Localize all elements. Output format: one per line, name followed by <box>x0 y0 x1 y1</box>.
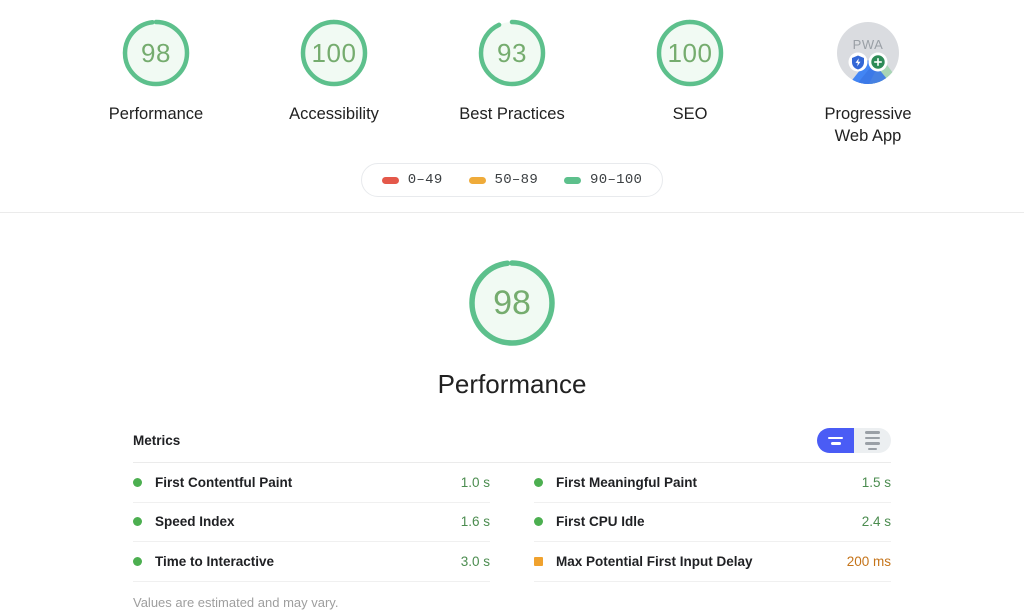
score-gauge-performance[interactable]: 98 Performance <box>93 14 219 125</box>
metric-value: 2.4 s <box>861 514 891 530</box>
metric-name: Max Potential First Input Delay <box>556 553 753 569</box>
visual-view-icon-bar-1 <box>828 436 843 439</box>
pwa-badge-icon: PWA <box>829 14 907 92</box>
pwa-badge-text: PWA <box>853 37 884 52</box>
pwa-badge-optimized-icon <box>868 52 888 72</box>
metrics-list-view-button[interactable] <box>854 428 891 453</box>
metrics-column-right: First Meaningful Paint 1.5 s First CPU I… <box>512 463 891 582</box>
visual-view-icon-bar-2 <box>830 442 841 445</box>
metrics-columns: First Contentful Paint 1.0 s Speed Index… <box>133 463 891 582</box>
metric-value: 1.6 s <box>460 514 490 530</box>
score-gauge-best-practices[interactable]: 93 Best Practices <box>449 14 575 125</box>
score-gauge-seo[interactable]: 100 SEO <box>627 14 753 125</box>
list-view-icon-bar-3 <box>865 442 880 445</box>
metric-row[interactable]: First Meaningful Paint 1.5 s <box>534 463 891 503</box>
gauge-score-best-practices: 93 <box>497 38 527 68</box>
legend-item-pass: 90–100 <box>564 172 642 188</box>
score-legend-wrap: 0–49 50–89 90–100 <box>0 163 1024 197</box>
metric-value: 200 ms <box>846 553 891 569</box>
metric-row[interactable]: First Contentful Paint 1.0 s <box>133 463 490 503</box>
metric-status-marker-icon <box>133 477 142 487</box>
metric-name: First CPU Idle <box>556 514 645 530</box>
metric-name: First Meaningful Paint <box>556 474 698 490</box>
metric-name: First Contentful Paint <box>155 474 293 490</box>
metric-status-marker-icon <box>534 477 543 487</box>
metric-row[interactable]: Max Potential First Input Delay 200 ms <box>534 542 891 582</box>
metric-status-marker-icon <box>133 556 142 566</box>
metrics-column-left: First Contentful Paint 1.0 s Speed Index… <box>133 463 512 582</box>
metrics-heading: Metrics <box>133 433 181 448</box>
legend-label-fail: 0–49 <box>407 172 443 188</box>
list-view-icon-bar-4 <box>868 447 877 450</box>
metric-status-marker-icon <box>534 556 543 566</box>
metric-value: 1.0 s <box>460 474 490 490</box>
metric-value: 3.0 s <box>460 553 490 569</box>
score-gauge-pwa[interactable]: PWA Progressive Web App <box>805 14 931 147</box>
gauge-label-best-practices: Best Practices <box>459 105 565 123</box>
category-score: 98 <box>493 284 531 322</box>
gauge-label-pwa: Progressive Web App <box>824 103 911 147</box>
pwa-label-line2: Web App <box>834 127 902 145</box>
metric-name: Time to Interactive <box>155 553 275 569</box>
gauge-score-performance: 98 <box>141 38 171 68</box>
metric-status-marker-icon <box>534 517 543 527</box>
gauge-label-accessibility: Accessibility <box>289 105 379 123</box>
summary-section: 98 Performance 100 Accessibility 93 Best… <box>0 0 1024 213</box>
gauge-label-performance: Performance <box>108 105 204 123</box>
legend-label-pass: 90–100 <box>590 172 643 188</box>
legend-label-average: 50–89 <box>494 172 539 188</box>
metrics-visual-view-button[interactable] <box>817 428 854 453</box>
metric-row[interactable]: Speed Index 1.6 s <box>133 503 490 542</box>
metric-name: Speed Index <box>155 514 235 530</box>
gauge-score-accessibility: 100 <box>311 38 357 68</box>
gauge-ring-performance: 98 <box>117 14 195 92</box>
metric-status-marker-icon <box>133 517 142 527</box>
metric-row[interactable]: Time to Interactive 3.0 s <box>133 542 490 582</box>
gauge-ring-best-practices: 93 <box>473 14 551 92</box>
performance-category-section: 98 Performance Metrics First Contentful … <box>0 213 1024 610</box>
legend-dash-average-icon <box>468 176 486 184</box>
list-view-icon-bar-2 <box>865 436 880 439</box>
category-title: Performance <box>437 369 587 399</box>
list-view-icon-bar-1 <box>865 431 880 434</box>
pwa-badge-installable-icon <box>848 52 868 72</box>
gauge-score-seo: 100 <box>667 38 713 68</box>
metric-value: 1.5 s <box>861 474 891 490</box>
legend-item-average: 50–89 <box>468 172 539 188</box>
score-gauge-row: 98 Performance 100 Accessibility 93 Best… <box>0 0 1024 147</box>
legend-dash-fail-icon <box>381 176 399 184</box>
gauge-ring-accessibility: 100 <box>295 14 373 92</box>
metrics-header: Metrics <box>133 428 891 463</box>
legend-item-fail: 0–49 <box>381 172 443 188</box>
gauge-label-seo: SEO <box>672 105 708 123</box>
category-gauge-performance: 98 <box>462 253 562 353</box>
metrics-footer-note: Values are estimated and may vary. <box>133 594 339 610</box>
score-legend: 0–49 50–89 90–100 <box>360 163 664 197</box>
legend-dash-pass-icon <box>564 176 582 184</box>
category-gauge-wrap: 98 Performance <box>0 253 1024 397</box>
pwa-label-line1: Progressive <box>824 105 912 123</box>
score-gauge-accessibility[interactable]: 100 Accessibility <box>271 14 397 125</box>
metrics-section: Metrics First Contentful Paint 1.0 s Spe… <box>133 428 891 610</box>
gauge-ring-seo: 100 <box>651 14 729 92</box>
metrics-view-toggle[interactable] <box>817 428 891 453</box>
metric-row[interactable]: First CPU Idle 2.4 s <box>534 503 891 542</box>
